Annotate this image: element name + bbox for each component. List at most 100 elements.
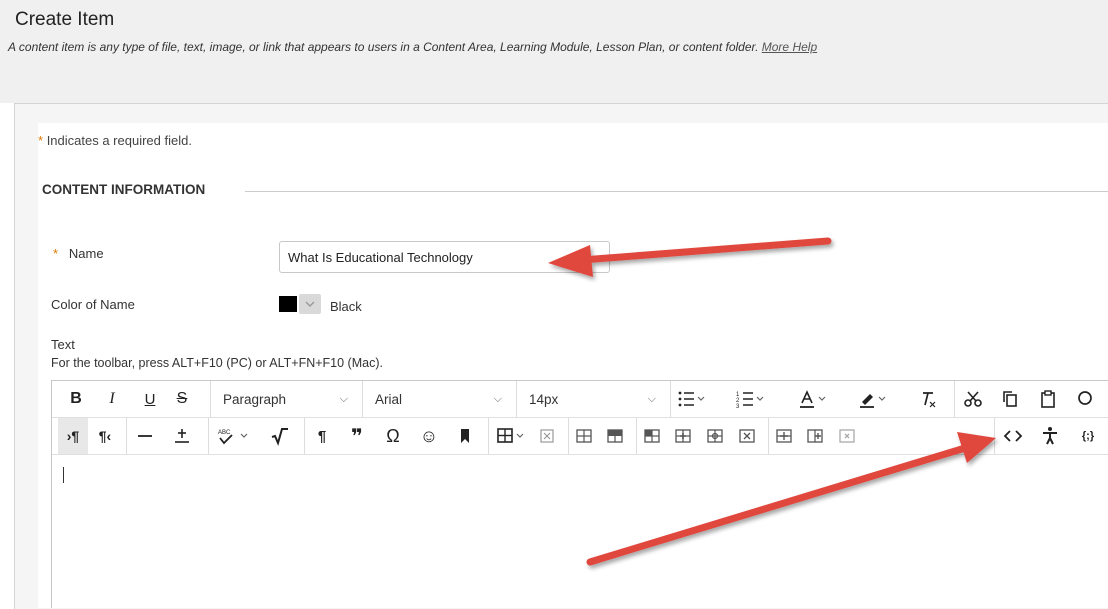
chevron-down-icon: ⌵ [339, 392, 348, 405]
font-size-value: 14px [529, 391, 559, 407]
rich-text-editor[interactable]: B I U S Paragraph ⌵ Arial ⌵ 14px ⌵ 1 2 3… [51, 380, 1108, 608]
table-delete-column-button[interactable] [832, 418, 862, 454]
color-swatch [279, 296, 297, 312]
text-color-button[interactable] [792, 381, 832, 417]
copy-icon [1003, 391, 1017, 407]
search-button[interactable] [1068, 381, 1104, 417]
color-name: Black [330, 299, 362, 314]
font-family-select[interactable]: Arial ⌵ [362, 381, 514, 417]
highlight-color-button[interactable] [852, 381, 892, 417]
svg-text:ABC: ABC [218, 430, 231, 436]
required-star: * [38, 133, 44, 148]
text-color-icon [800, 390, 826, 408]
table-insert-after-button[interactable] [700, 418, 730, 454]
table-insert-col-button[interactable] [668, 418, 698, 454]
rtl-direction-icon: ¶‹ [98, 428, 112, 444]
accessibility-icon [1043, 427, 1057, 445]
table-insert-row-before-button[interactable] [636, 418, 667, 454]
font-family-value: Arial [375, 391, 403, 407]
delete-table-button[interactable] [532, 418, 562, 454]
table-row-icon [607, 429, 623, 443]
braces-icon: {;} [1081, 430, 1095, 442]
square-root-icon [271, 428, 288, 446]
editor-body[interactable] [52, 455, 1108, 609]
paragraph-format-select[interactable]: Paragraph ⌵ [210, 381, 360, 417]
emoticon-button[interactable]: ☺ [412, 418, 446, 454]
table-grid-icon [576, 429, 592, 443]
bookmark-button[interactable] [448, 418, 482, 454]
clear-formatting-button[interactable] [912, 381, 944, 417]
table-delete-column-icon [839, 429, 855, 443]
special-character-button[interactable]: Ω [376, 418, 410, 454]
required-note: * Indicates a required field. [38, 133, 192, 148]
table-merge-button[interactable] [768, 418, 799, 454]
table-cell-props-button[interactable] [568, 418, 599, 454]
bullet-list-button[interactable] [670, 381, 711, 417]
color-dropdown-button[interactable] [299, 294, 321, 314]
table-insert-after-icon [707, 429, 723, 443]
code-icon [1003, 430, 1023, 442]
close-icon [540, 429, 554, 443]
more-help-link[interactable]: More Help [762, 40, 817, 54]
table-insert-column-icon [675, 429, 691, 443]
insert-table-button[interactable] [488, 418, 533, 454]
color-label: Color of Name [51, 297, 135, 312]
copy-button[interactable] [992, 381, 1028, 417]
quote-icon: ❞ [351, 425, 363, 448]
table-delete-row-button[interactable] [732, 418, 762, 454]
name-label-text: Name [68, 246, 104, 261]
required-star: * [53, 246, 59, 261]
omega-icon: Ω [386, 425, 400, 446]
toolbar-hint: For the toolbar, press ALT+F10 (PC) or A… [51, 356, 383, 370]
html-code-sample-button[interactable]: {;} [1070, 418, 1106, 454]
source-code-button[interactable] [994, 418, 1031, 454]
smiley-icon: ☺ [419, 425, 439, 446]
numbered-list-button[interactable]: 1 2 3 [730, 381, 770, 417]
paragraph-mark-button[interactable]: ¶ [304, 418, 339, 454]
page-description: A content item is any type of file, text… [8, 40, 817, 54]
ltr-direction-icon: ›¶ [66, 428, 80, 444]
bookmark-icon [461, 429, 469, 443]
search-icon [1078, 391, 1092, 405]
paragraph-format-value: Paragraph [223, 391, 287, 407]
page-description-text: A content item is any type of file, text… [8, 40, 759, 54]
editor-toolbar-row-2: ›¶ ¶‹ ABC ¶ ❞ Ω ☺ {;} [52, 418, 1108, 455]
name-label: * Name [53, 246, 104, 261]
table-split-icon [807, 429, 823, 443]
font-size-select[interactable]: 14px ⌵ [516, 381, 668, 417]
bold-button[interactable]: B [62, 381, 90, 417]
section-title: CONTENT INFORMATION [42, 182, 206, 197]
table-delete-icon [739, 429, 755, 443]
numbered-list-icon: 1 2 3 [736, 392, 764, 409]
color-picker[interactable] [279, 294, 321, 314]
spellcheck-button[interactable]: ABC [208, 418, 259, 454]
cut-button[interactable] [954, 381, 991, 417]
rtl-direction-button[interactable]: ¶‹ [90, 418, 120, 454]
clear-formatting-icon [923, 392, 936, 408]
table-row-props-button[interactable] [600, 418, 630, 454]
blockquote-button[interactable]: ❞ [340, 418, 374, 454]
table-icon [497, 428, 524, 443]
name-input[interactable] [279, 241, 610, 273]
clipboard-icon [1041, 390, 1055, 408]
table-split-button[interactable] [800, 418, 830, 454]
pilcrow-icon: ¶ [317, 427, 327, 445]
page-title: Create Item [15, 9, 115, 30]
table-insert-row-icon [644, 429, 660, 443]
paste-button[interactable] [1030, 381, 1066, 417]
italic-button[interactable]: I [98, 381, 126, 417]
strikethrough-button[interactable]: S [168, 381, 196, 417]
table-merge-icon [776, 429, 792, 443]
bullet-list-icon [678, 391, 705, 407]
editor-toolbar-row-1: B I U S Paragraph ⌵ Arial ⌵ 14px ⌵ 1 2 3 [52, 381, 1108, 418]
highlighter-icon [860, 394, 886, 408]
insert-anchor-button[interactable] [164, 418, 200, 454]
horizontal-line-button[interactable] [126, 418, 163, 454]
chevron-down-icon [305, 301, 315, 307]
required-note-text: Indicates a required field. [46, 133, 192, 148]
math-equation-button[interactable] [262, 418, 298, 454]
ltr-direction-button[interactable]: ›¶ [58, 418, 88, 454]
accessibility-checker-button[interactable] [1032, 418, 1068, 454]
chevron-down-icon: ⌵ [493, 392, 502, 405]
underline-button[interactable]: U [136, 381, 164, 417]
